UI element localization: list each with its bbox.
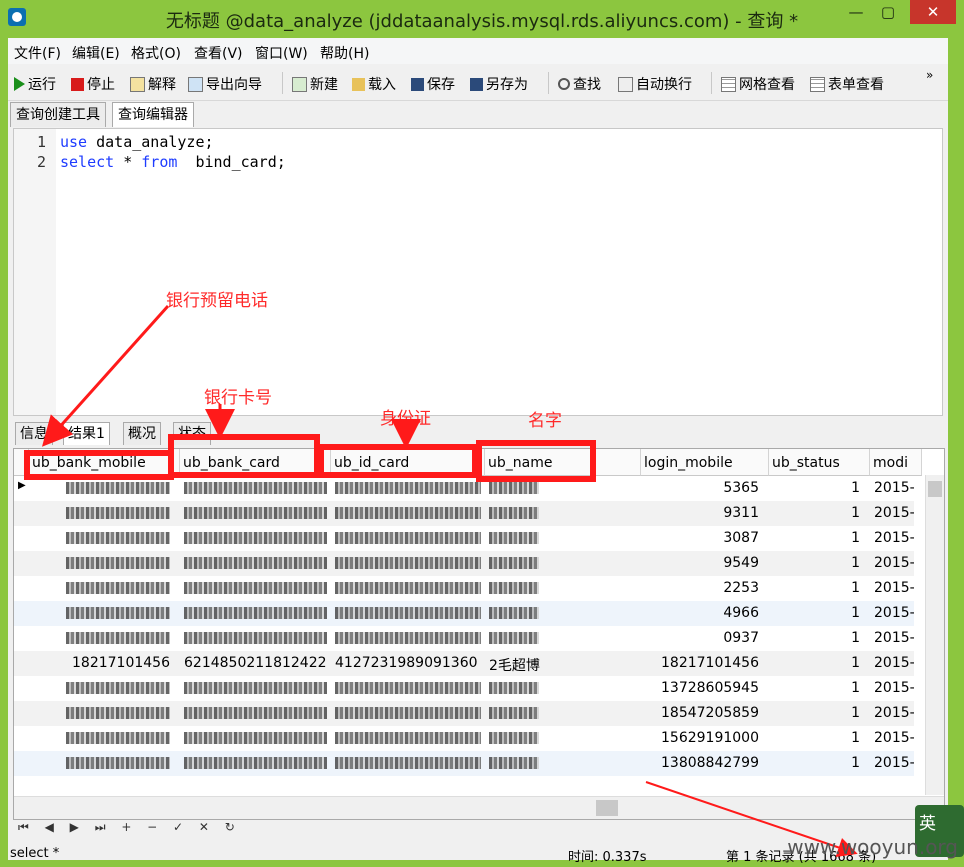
annotation-arrow	[41, 304, 170, 447]
annotation-arrows	[41, 304, 858, 857]
watermark: www.wooyun.org	[787, 835, 958, 859]
app-window: 无标题 @data_analyze (jddataanalysis.mysql.…	[0, 0, 964, 867]
